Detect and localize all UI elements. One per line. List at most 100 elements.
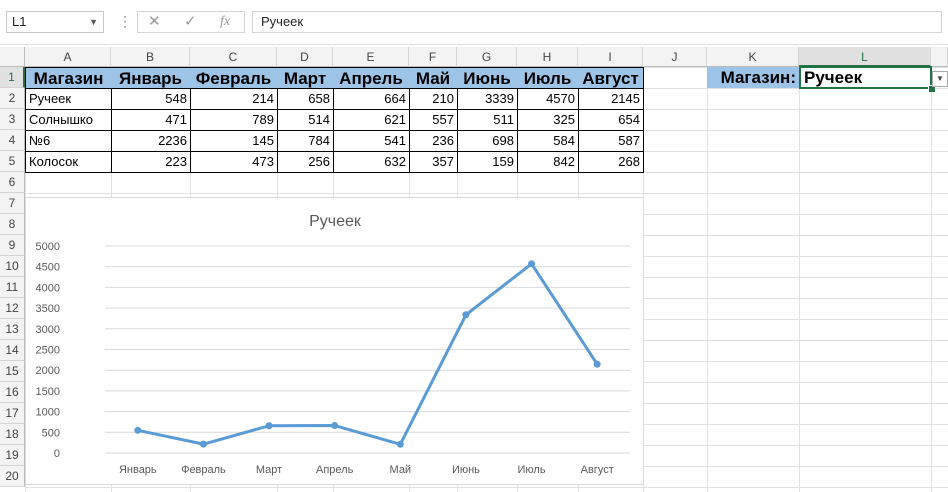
- table-cell[interactable]: 2145: [578, 88, 644, 110]
- table-cell[interactable]: 214: [190, 88, 278, 110]
- column-header-j[interactable]: J: [643, 47, 707, 67]
- table-cell[interactable]: Ручеек: [25, 88, 112, 110]
- y-tick-label: 0: [54, 448, 60, 460]
- column-header-c[interactable]: C: [190, 47, 277, 67]
- table-cell[interactable]: 256: [277, 151, 334, 173]
- table-cell[interactable]: 223: [111, 151, 191, 173]
- table-cell[interactable]: 159: [457, 151, 518, 173]
- table-cell[interactable]: 654: [578, 109, 644, 131]
- store-selector-cell[interactable]: Ручеек: [799, 66, 932, 89]
- table-cell[interactable]: 664: [333, 88, 410, 110]
- row-header-3[interactable]: 3: [0, 109, 25, 130]
- column-header-a[interactable]: A: [25, 47, 111, 67]
- x-tick-label: Март: [256, 464, 282, 476]
- chart-title: Ручеек: [309, 213, 362, 230]
- column-header-g[interactable]: G: [457, 47, 517, 67]
- column-header-b[interactable]: B: [111, 47, 190, 67]
- table-header-cell[interactable]: Июнь: [457, 67, 518, 89]
- table-cell[interactable]: 584: [517, 130, 579, 152]
- row-header-7[interactable]: 7: [0, 193, 25, 214]
- table-cell[interactable]: 268: [578, 151, 644, 173]
- table-cell[interactable]: 473: [190, 151, 278, 173]
- table-cell[interactable]: 2236: [111, 130, 191, 152]
- table-cell[interactable]: 145: [190, 130, 278, 152]
- table-cell[interactable]: 3339: [457, 88, 518, 110]
- table-header-cell[interactable]: Февраль: [190, 67, 278, 89]
- data-point: [199, 440, 207, 448]
- y-tick-label: 5000: [36, 241, 60, 253]
- table-header-cell[interactable]: Июль: [517, 67, 579, 89]
- table-cell[interactable]: 325: [517, 109, 579, 131]
- row-header-6[interactable]: 6: [0, 172, 25, 193]
- y-tick-label: 4000: [36, 282, 60, 294]
- column-header-i[interactable]: I: [578, 47, 643, 67]
- table-cell[interactable]: Колосок: [25, 151, 112, 173]
- table-header-cell[interactable]: Март: [277, 67, 334, 89]
- row-header-8[interactable]: 8: [0, 214, 25, 235]
- row-header-16[interactable]: 16: [0, 382, 25, 403]
- y-tick-label: 1000: [36, 407, 60, 419]
- table-cell[interactable]: 4570: [517, 88, 579, 110]
- table-header-cell[interactable]: Май: [409, 67, 458, 89]
- row-header-1[interactable]: 1: [0, 67, 25, 88]
- column-header-d[interactable]: D: [277, 47, 333, 67]
- table-cell[interactable]: 632: [333, 151, 410, 173]
- row-header-5[interactable]: 5: [0, 151, 25, 172]
- x-tick-label: Февраль: [181, 464, 226, 476]
- column-header-e[interactable]: E: [333, 47, 409, 67]
- table-cell[interactable]: 548: [111, 88, 191, 110]
- chevron-down-icon: ▼: [936, 74, 944, 83]
- row-header-17[interactable]: 17: [0, 403, 25, 424]
- data-point: [134, 426, 142, 434]
- table-cell[interactable]: Солнышко: [25, 109, 112, 131]
- row-header-10[interactable]: 10: [0, 256, 25, 277]
- table-header-cell[interactable]: Август: [578, 67, 644, 89]
- row-header-2[interactable]: 2: [0, 88, 25, 109]
- select-all-corner[interactable]: [0, 47, 25, 67]
- table-cell[interactable]: №6: [25, 130, 112, 152]
- gridline-horizontal: [25, 487, 948, 488]
- column-header-f[interactable]: F: [409, 47, 457, 67]
- table-cell[interactable]: 210: [409, 88, 458, 110]
- chart-canvas: Ручеек 0 500 1000 1500 2000 2500 3000 3500 4000 45…: [36, 213, 630, 476]
- y-tick-label: 4500: [36, 262, 60, 274]
- row-header-19[interactable]: 19: [0, 445, 25, 466]
- row-header-9[interactable]: 9: [0, 235, 25, 256]
- table-cell[interactable]: 557: [409, 109, 458, 131]
- validation-dropdown-button[interactable]: ▼: [932, 71, 948, 87]
- table-cell[interactable]: 789: [190, 109, 278, 131]
- table-header-cell[interactable]: Магазин: [25, 67, 112, 89]
- row-header-20[interactable]: 20: [0, 466, 25, 487]
- table-cell[interactable]: 621: [333, 109, 410, 131]
- column-header-k[interactable]: K: [707, 47, 799, 67]
- table-cell[interactable]: 471: [111, 109, 191, 131]
- row-header-14[interactable]: 14: [0, 340, 25, 361]
- x-tick-label: Май: [390, 464, 412, 476]
- x-tick-label: Апрель: [316, 464, 354, 476]
- row-header-12[interactable]: 12: [0, 298, 25, 319]
- data-point: [593, 360, 601, 368]
- row-header-18[interactable]: 18: [0, 424, 25, 445]
- x-tick-label: Январь: [119, 464, 157, 476]
- table-cell[interactable]: 514: [277, 109, 334, 131]
- table-cell[interactable]: 784: [277, 130, 334, 152]
- row-header-15[interactable]: 15: [0, 361, 25, 382]
- table-cell[interactable]: 842: [517, 151, 579, 173]
- y-tick-label: 1500: [36, 386, 60, 398]
- line-chart[interactable]: Ручеек 0 500 1000 1500 2000 2500 3000 3500 4000 45…: [25, 197, 644, 485]
- table-cell[interactable]: 587: [578, 130, 644, 152]
- column-header-l[interactable]: L: [799, 47, 931, 67]
- table-cell[interactable]: 658: [277, 88, 334, 110]
- table-header-cell[interactable]: Апрель: [333, 67, 410, 89]
- table-cell[interactable]: 236: [409, 130, 458, 152]
- table-cell[interactable]: 698: [457, 130, 518, 152]
- column-header-h[interactable]: H: [517, 47, 578, 67]
- row-header-13[interactable]: 13: [0, 319, 25, 340]
- row-header-4[interactable]: 4: [0, 130, 25, 151]
- table-header-cell[interactable]: Январь: [111, 67, 191, 89]
- table-cell[interactable]: 357: [409, 151, 458, 173]
- y-tick-label: 3000: [36, 324, 60, 336]
- table-cell[interactable]: 511: [457, 109, 518, 131]
- table-cell[interactable]: 541: [333, 130, 410, 152]
- row-header-11[interactable]: 11: [0, 277, 25, 298]
